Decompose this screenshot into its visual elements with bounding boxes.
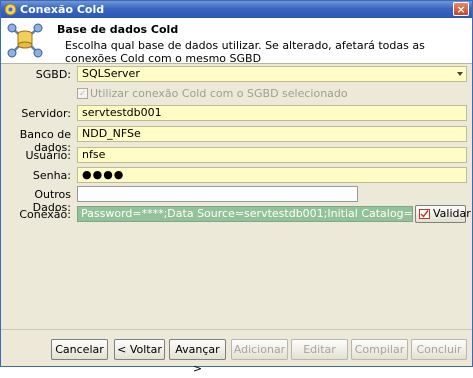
header-title: Base de dados Cold: [57, 23, 179, 36]
chevron-down-icon[interactable]: [456, 69, 464, 79]
password-label: Senha:: [32, 169, 71, 182]
header-subtitle: Escolha qual base de dados utilizar. Se …: [65, 39, 425, 65]
checkmark-icon: [419, 209, 430, 219]
use-cold-label: Utilizar conexão Cold com o SGBD selecio…: [90, 87, 348, 100]
wizard-header: Base de dados Cold Escolha qual base de …: [1, 18, 472, 65]
use-cold-checkbox[interactable]: ✓: [77, 88, 88, 99]
footer-separator: [1, 329, 472, 330]
database-input[interactable]: NDD_NFSe: [77, 126, 467, 142]
sgbd-select[interactable]: SQLServer: [77, 66, 467, 82]
back-button[interactable]: < Voltar: [114, 339, 165, 360]
close-button[interactable]: ×: [453, 2, 469, 16]
cancel-button[interactable]: Cancelar: [51, 339, 108, 360]
finish-button[interactable]: Concluir: [411, 339, 467, 360]
server-label: Servidor:: [21, 107, 71, 120]
sgbd-value: SQLServer: [82, 67, 140, 80]
validate-button[interactable]: Validar: [415, 205, 471, 223]
add-button[interactable]: Adicionar: [231, 339, 288, 360]
password-input[interactable]: ●●●●: [77, 167, 467, 183]
app-icon: [4, 3, 17, 16]
next-button[interactable]: Avançar >: [169, 339, 226, 375]
title-bar[interactable]: Conexão Cold ×: [1, 1, 472, 18]
edit-button[interactable]: Editar: [291, 339, 348, 360]
window-title: Conexão Cold: [20, 3, 105, 16]
server-input[interactable]: servtestdb001: [77, 105, 467, 121]
other-data-input[interactable]: [77, 186, 358, 202]
compile-button[interactable]: Compilar: [351, 339, 408, 360]
user-label: Usuário:: [25, 149, 71, 162]
validate-label: Validar: [433, 207, 471, 220]
database-network-icon: [7, 23, 43, 58]
user-input[interactable]: nfse: [77, 147, 467, 163]
sgbd-label: SGBD:: [35, 68, 71, 81]
dialog-window: Conexão Cold × Base de dados Cold Escolh…: [0, 0, 473, 375]
connection-string-field[interactable]: Password=****;Data Source=servtestdb001;…: [77, 206, 413, 222]
connection-label: Conexão:: [19, 208, 71, 221]
